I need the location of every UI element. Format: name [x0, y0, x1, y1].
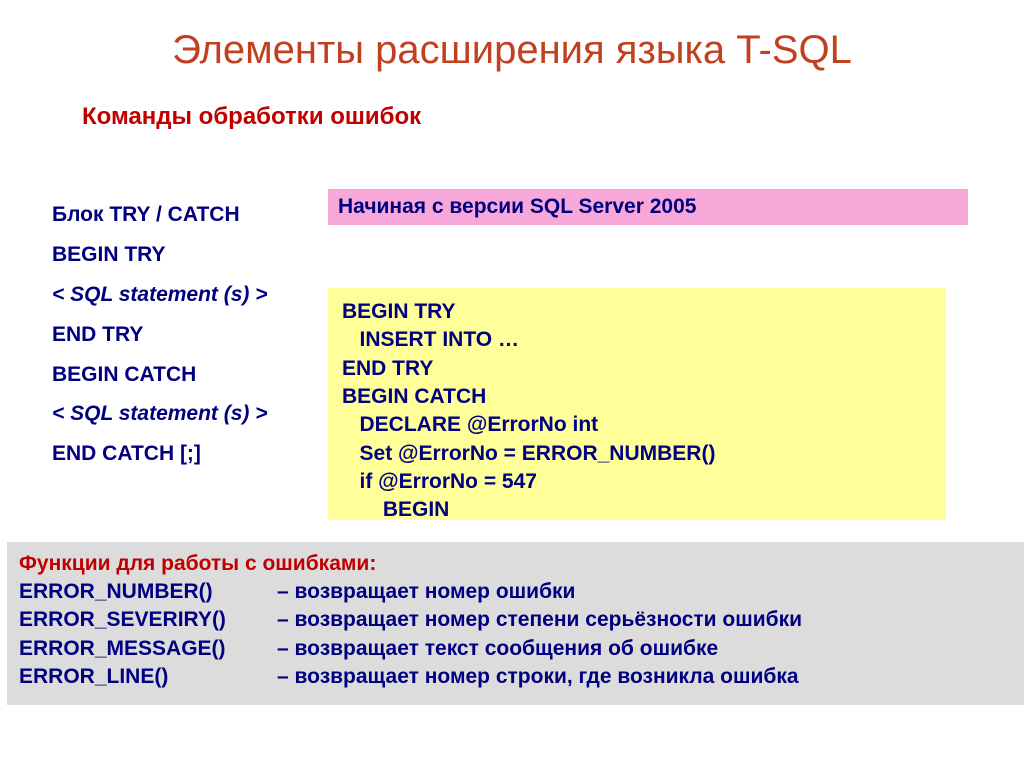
syntax-line: < SQL statement (s) >: [52, 275, 312, 315]
function-desc: – возвращает номер строки, где возникла …: [277, 663, 799, 691]
syntax-block: Блок TRY / CATCH BEGIN TRY < SQL stateme…: [52, 195, 312, 474]
syntax-line: Блок TRY / CATCH: [52, 195, 312, 235]
functions-title: Функции для работы с ошибками:: [19, 552, 1019, 576]
slide-subtitle: Команды обработки ошибок: [82, 103, 1024, 131]
function-row: ERROR_MESSAGE() – возвращает текст сообщ…: [19, 635, 1019, 663]
functions-box: Функции для работы с ошибками: ERROR_NUM…: [7, 542, 1024, 705]
function-name: ERROR_LINE(): [19, 663, 277, 691]
syntax-line: BEGIN CATCH: [52, 355, 312, 395]
syntax-line: END TRY: [52, 315, 312, 355]
function-name: ERROR_NUMBER(): [19, 578, 277, 606]
function-row: ERROR_SEVERIRY() – возвращает номер степ…: [19, 606, 1019, 634]
function-row: ERROR_NUMBER() – возвращает номер ошибки: [19, 578, 1019, 606]
function-desc: – возвращает текст сообщения об ошибке: [277, 635, 718, 663]
slide-title: Элементы расширения языка T-SQL: [0, 0, 1024, 73]
function-desc: – возвращает номер степени серьёзности о…: [277, 606, 802, 634]
function-name: ERROR_MESSAGE(): [19, 635, 277, 663]
syntax-line: BEGIN TRY: [52, 235, 312, 275]
function-name: ERROR_SEVERIRY(): [19, 606, 277, 634]
syntax-line: END CATCH [;]: [52, 434, 312, 474]
slide: Элементы расширения языка T-SQL Команды …: [0, 0, 1024, 767]
syntax-line: < SQL statement (s) >: [52, 394, 312, 434]
function-desc: – возвращает номер ошибки: [277, 578, 575, 606]
code-example: BEGIN TRY INSERT INTO … END TRY BEGIN CA…: [328, 288, 946, 520]
version-note: Начиная с версии SQL Server 2005: [328, 189, 968, 225]
function-row: ERROR_LINE() – возвращает номер строки, …: [19, 663, 1019, 691]
